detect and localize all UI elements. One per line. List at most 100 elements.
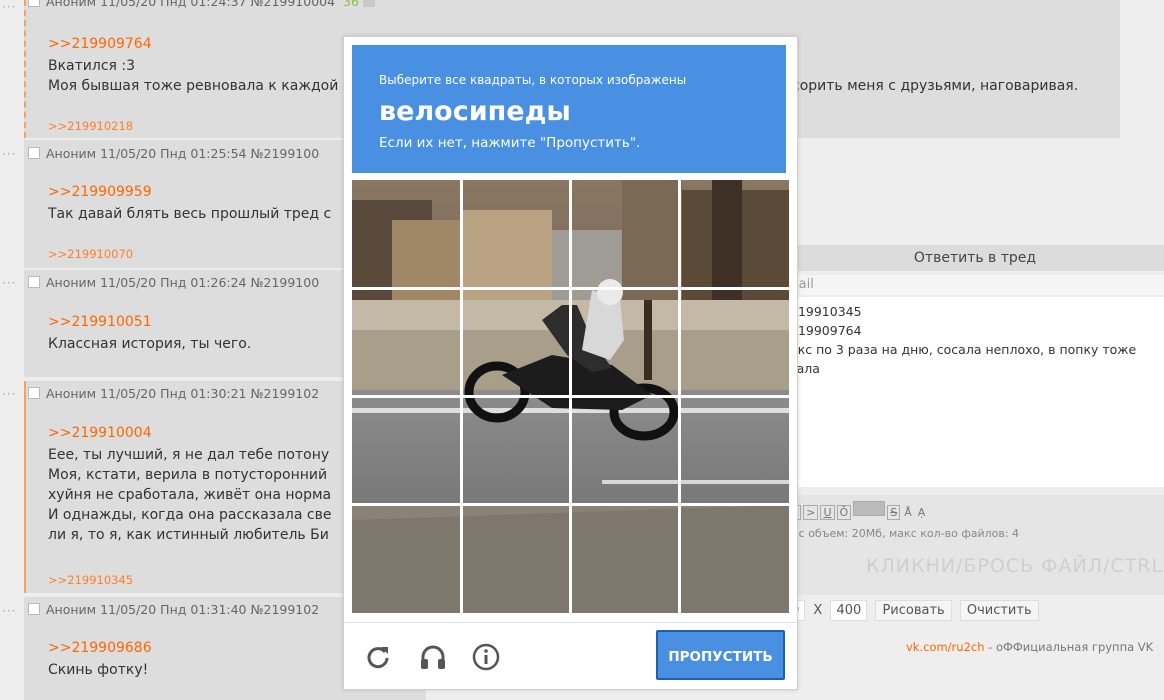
headphones-icon[interactable]: [419, 643, 447, 671]
skip-button[interactable]: ПРОПУСТИТЬ: [656, 630, 785, 680]
captcha-dialog: Выберите все квадраты, в которых изображ…: [343, 36, 798, 690]
strike-icon[interactable]: S: [887, 505, 901, 520]
size-separator: X: [813, 603, 823, 618]
height-input[interactable]: 400: [830, 600, 868, 621]
vk-footer: vk.com/ru2ch - оФФициальная группа VK: [906, 640, 1153, 654]
captcha-tile[interactable]: [680, 397, 786, 502]
file-upload-area[interactable]: I>UŌSÅẠ кс объем: 20Мб, макс кол-во фа…: [786, 495, 1164, 595]
post-text-line: Еее, ты лучший, я не дал тебе потону: [48, 447, 330, 463]
post-header-text: Аноним 11/05/20 Пнд 01:25:54 №2199100: [46, 146, 320, 161]
post-header-text: Аноним 11/05/20 Пнд 01:24:37 №219910004: [46, 0, 336, 9]
draw-button[interactable]: Рисовать: [875, 600, 952, 621]
refresh-icon[interactable]: [364, 643, 392, 671]
post-collapse-dots[interactable]: ···: [2, 276, 16, 290]
reply-form-title[interactable]: Ответить в тред: [786, 245, 1164, 271]
post-reflink[interactable]: >>219909764: [48, 36, 152, 52]
post-checkbox[interactable]: [28, 387, 40, 399]
post-text-line: хуйня не сработала, живёт она норма: [48, 487, 332, 503]
post-checkbox[interactable]: [28, 0, 40, 7]
message-line: 219910345: [790, 304, 862, 319]
post-header-text: Аноним 11/05/20 Пнд 01:26:24 №2199100: [46, 275, 320, 290]
spoiler-icon[interactable]: [853, 501, 886, 516]
captcha-tile[interactable]: [680, 505, 786, 610]
post-text-line: ли я, то я, как истинный любитель Би: [48, 527, 329, 543]
captcha-tile[interactable]: [571, 397, 677, 502]
captcha-header: Выберите все квадраты, в которых изображ…: [352, 45, 786, 173]
format-toolbar: I>UŌSÅẠ: [792, 501, 929, 520]
grid-divider: [352, 503, 789, 507]
message-line: екс по 3 раза на дню, сосала неплохо, в …: [790, 342, 1137, 357]
captcha-tile[interactable]: [571, 505, 677, 610]
post-collapse-dots[interactable]: ···: [2, 0, 16, 14]
captcha-tile[interactable]: [461, 288, 567, 393]
captcha-tile[interactable]: [352, 505, 458, 610]
clear-button[interactable]: Очистить: [959, 600, 1039, 621]
captcha-image-grid: [352, 180, 789, 613]
grid-divider: [352, 395, 789, 398]
post: Аноним 11/05/20 Пнд 01:30:21 №2199102 >>…: [24, 381, 356, 593]
captcha-footer: ПРОПУСТИТЬ: [344, 622, 797, 690]
captcha-tile[interactable]: [352, 397, 458, 502]
underline-icon[interactable]: U: [820, 505, 835, 520]
post-collapse-dots[interactable]: ···: [2, 147, 16, 161]
post-backlink[interactable]: >>219910070: [48, 247, 133, 261]
post-text-line: Скинь фотку!: [48, 662, 149, 678]
post-checkbox[interactable]: [28, 276, 40, 288]
captcha-tile[interactable]: [461, 397, 567, 502]
post-text-line: Классная история, ты чего.: [48, 336, 252, 352]
post: Аноним 11/05/20 Пнд 01:26:24 №2199100 >>…: [24, 270, 356, 377]
post-collapse-dots[interactable]: ···: [2, 387, 16, 401]
captcha-tile[interactable]: [680, 288, 786, 393]
post-header-text: Аноним 11/05/20 Пнд 01:30:21 №2199102: [46, 386, 320, 401]
captcha-instruction: Выберите все квадраты, в которых изображ…: [379, 73, 687, 87]
captcha-tile[interactable]: [461, 180, 567, 285]
sup-icon[interactable]: Å: [902, 506, 914, 519]
vk-text: - оФФициальная группа VK: [984, 640, 1154, 654]
post-header: Аноним 11/05/20 Пнд 01:31:40 №2199102: [28, 602, 319, 617]
grid-divider: [678, 180, 682, 613]
vk-link[interactable]: vk.com/ru2ch: [906, 640, 985, 654]
quote-icon[interactable]: >: [803, 505, 819, 520]
post-text-line: Вкатился :3: [48, 58, 136, 74]
drop-hint: КЛИКНИ/БРОСЬ ФАЙЛ/CTRL: [866, 555, 1164, 577]
message-textarea[interactable]: 219910345 219909764 екс по 3 раза на дню…: [786, 297, 1164, 487]
captcha-object: велосипеды: [379, 96, 571, 127]
file-limits-text: кс объем: 20Мб, макс кол-во файлов: 4: [792, 527, 1020, 540]
post-collapse-dots[interactable]: ···: [2, 604, 16, 618]
post-text-line: И однажды, когда она рассказала све: [48, 507, 332, 523]
post-reflink[interactable]: >>219910051: [48, 314, 152, 330]
post: Аноним 11/05/20 Пнд 01:25:54 №2199100 >>…: [24, 140, 356, 268]
post-header: Аноним 11/05/20 Пнд 01:30:21 №2199102: [28, 386, 319, 401]
email-field[interactable]: mail: [786, 275, 1164, 295]
message-line: 219909764: [790, 323, 862, 338]
post-reflink[interactable]: >>219910004: [48, 425, 152, 441]
post-text-line: сорить меня с друзьями, наговаривая.: [792, 78, 1079, 94]
post-backlink[interactable]: >>219910218: [48, 119, 133, 133]
info-icon[interactable]: [472, 643, 500, 671]
message-line: зала: [790, 361, 820, 376]
post-text-line: Так давай блять весь прошлый тред с: [48, 206, 332, 222]
post-text-line: Моя, кстати, верила в потусторонний: [48, 467, 328, 483]
post-backlink[interactable]: >>219910345: [48, 573, 133, 587]
captcha-tile[interactable]: [571, 288, 677, 393]
post-checkbox[interactable]: [28, 603, 40, 615]
post-header: Аноним 11/05/20 Пнд 01:25:54 №2199100: [28, 146, 319, 161]
sub-icon[interactable]: Ạ: [916, 506, 928, 519]
captcha-tile[interactable]: [680, 180, 786, 285]
captcha-tile[interactable]: [571, 180, 677, 285]
post-header: Аноним 11/05/20 Пнд 01:26:24 №2199100: [28, 275, 319, 290]
draw-controls: 0 X 400 Рисовать Очистить: [786, 600, 1039, 626]
captcha-tile[interactable]: [352, 180, 458, 285]
captcha-hint: Если их нет, нажмите "Пропустить".: [379, 135, 641, 151]
post-reflink[interactable]: >>219909959: [48, 184, 152, 200]
post-header-text: Аноним 11/05/20 Пнд 01:31:40 №2199102: [46, 602, 320, 617]
overline-icon[interactable]: Ō: [836, 505, 852, 520]
post-header: Аноним 11/05/20 Пнд 01:24:37 №219910004 …: [28, 0, 375, 9]
post-checkbox[interactable]: [28, 147, 40, 159]
post-text-line: Моя бывшая тоже ревновала к каждой: [48, 78, 339, 94]
captcha-tile[interactable]: [352, 288, 458, 393]
play-icon[interactable]: [362, 0, 375, 7]
captcha-tile[interactable]: [461, 505, 567, 610]
post-counter: 36: [343, 0, 359, 9]
post-reflink[interactable]: >>219909686: [48, 640, 152, 656]
